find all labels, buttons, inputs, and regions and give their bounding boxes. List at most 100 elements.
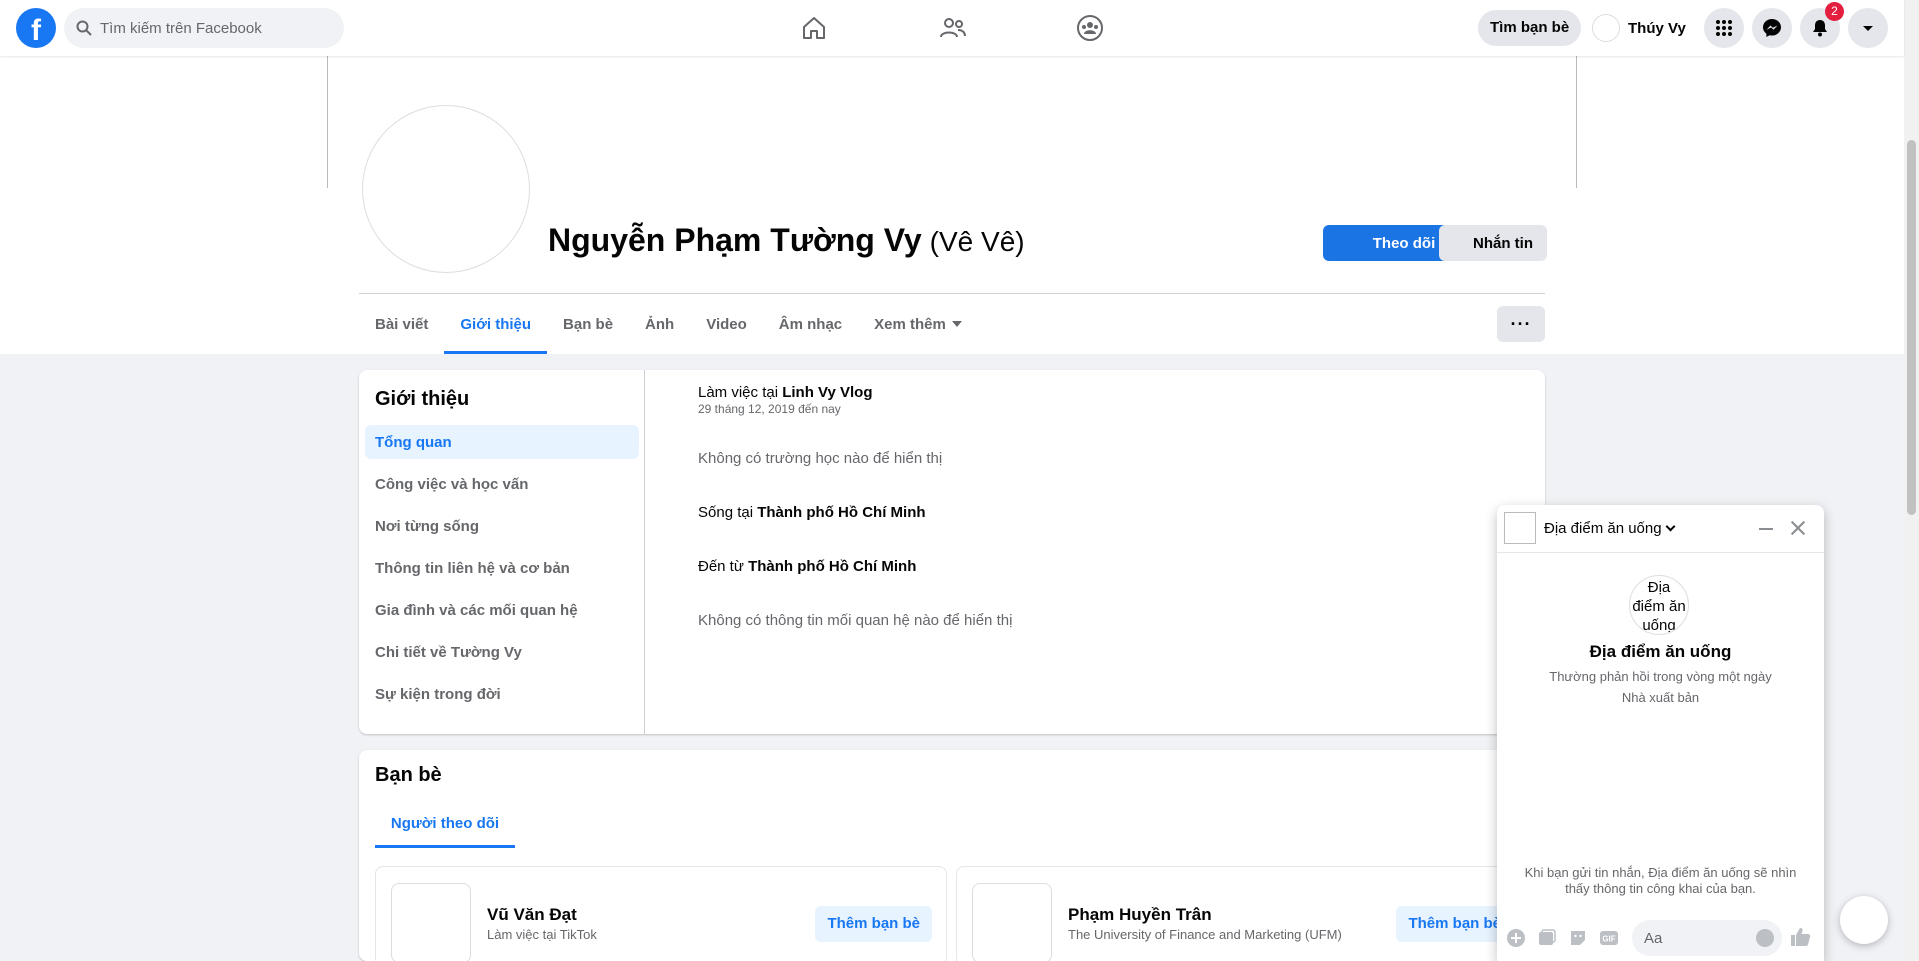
message-button[interactable]: Nhắn tin <box>1439 225 1547 261</box>
gif-icon[interactable]: GIF <box>1598 927 1620 949</box>
bell-icon <box>1813 20 1827 37</box>
from-info: Đến từ Thành phố Hồ Chí Minh <box>698 558 916 575</box>
about-menu-family-relationships[interactable]: Gia đình và các mối quan hệ <box>365 593 639 627</box>
tab-label: Giới thiệu <box>460 315 532 333</box>
friends-title: Bạn bè <box>375 764 442 786</box>
no-relationship-text: Không có thông tin mối quan hệ nào để hi… <box>698 612 1013 629</box>
more-options-button[interactable]: ··· <box>1497 306 1545 342</box>
about-menu-contact-info[interactable]: Thông tin liên hệ và cơ bản <box>365 551 639 585</box>
about-menu-details[interactable]: Chi tiết về Tường Vy <box>365 635 639 669</box>
top-navigation-bar: f Tìm bạn bè Thúy Vy 2 <box>0 0 1904 56</box>
profile-shortcut[interactable]: Thúy Vy <box>1588 10 1694 46</box>
profile-tabs: Bài viết Giới thiệu Bạn bè Ảnh Video Âm … <box>359 294 978 354</box>
groups-icon[interactable] <box>1074 12 1106 44</box>
notifications-button[interactable]: 2 <box>1800 2 1844 48</box>
gif-label: GIF <box>1602 935 1615 944</box>
menu-grid-icon <box>1716 20 1732 36</box>
emoji-icon[interactable] <box>1756 929 1774 947</box>
friend-avatar[interactable] <box>972 883 1052 961</box>
scrollbar-thumb[interactable] <box>1907 140 1916 515</box>
work-info: Làm việc tại Linh Vy Vlog <box>698 384 873 401</box>
about-menu-overview[interactable]: Tổng quan <box>365 425 639 459</box>
friend-avatar[interactable] <box>391 883 471 961</box>
profile-shortcut-name: Thúy Vy <box>1628 19 1686 37</box>
facebook-logo[interactable]: f <box>16 8 56 48</box>
sticker-icon[interactable] <box>1567 927 1589 949</box>
messenger-icon <box>1763 19 1781 37</box>
profile-picture[interactable] <box>362 105 530 273</box>
tab-posts[interactable]: Bài viết <box>359 294 444 354</box>
from-prefix: Đến từ <box>698 558 744 575</box>
tab-followers[interactable]: Người theo dõi <box>375 798 515 848</box>
close-icon[interactable] <box>1787 517 1809 539</box>
tab-music[interactable]: Âm nhạc <box>763 294 858 354</box>
tab-label: Âm nhạc <box>778 315 843 333</box>
chat-header-title[interactable]: Địa điểm ăn uống <box>1544 520 1676 537</box>
message-input-box[interactable] <box>1632 920 1782 956</box>
about-card: Giới thiệu Tổng quan Công việc và học vấ… <box>359 370 1545 734</box>
chat-window: Địa điểm ăn uống Địa điểm ăn uống Địa đi… <box>1497 505 1824 961</box>
friends-card: Bạn bè Người theo dõi Vũ Văn Đạt Làm việ… <box>359 750 1545 961</box>
chat-page-avatar: Địa điểm ăn uống <box>1629 575 1689 635</box>
tab-label: Bạn bè <box>563 315 614 333</box>
tab-label: Video <box>706 315 747 333</box>
friend-name[interactable]: Phạm Huyền Trân <box>1068 905 1212 925</box>
chat-privacy-notice: Khi bạn gửi tin nhắn, Địa điểm ăn uống s… <box>1524 865 1797 896</box>
minimize-icon[interactable] <box>1759 528 1773 530</box>
search-icon <box>76 20 92 36</box>
new-message-button[interactable] <box>1840 896 1888 944</box>
friend-item: Phạm Huyền Trân The University of Financ… <box>956 866 1528 961</box>
about-menu-places-lived[interactable]: Nơi từng sống <box>365 509 639 543</box>
about-menu-life-events[interactable]: Sự kiện trong đời <box>365 677 639 711</box>
friend-subtitle: Làm việc tại TikTok <box>487 927 597 942</box>
tab-friends[interactable]: Bạn bè <box>547 294 629 354</box>
about-sidebar: Giới thiệu Tổng quan Công việc và học vấ… <box>359 370 645 734</box>
profile-nickname: (Vê Vê) <box>929 226 1025 257</box>
tab-photos[interactable]: Ảnh <box>629 294 690 354</box>
friend-subtitle: The University of Finance and Marketing … <box>1068 927 1342 942</box>
tab-videos[interactable]: Video <box>690 294 763 354</box>
about-menu: Tổng quan Công việc và học vấn Nơi từng … <box>365 425 639 719</box>
messenger-button[interactable] <box>1752 8 1792 48</box>
lives-prefix: Sống tại <box>698 504 754 521</box>
from-place-link[interactable]: Thành phố Hồ Chí Minh <box>748 558 916 575</box>
work-place-link[interactable]: Linh Vy Vlog <box>782 384 872 401</box>
find-friends-button[interactable]: Tìm bạn bè <box>1478 10 1582 46</box>
work-prefix: Làm việc tại <box>698 384 779 401</box>
menu-button[interactable] <box>1704 8 1744 48</box>
chat-header: Địa điểm ăn uống <box>1497 505 1824 553</box>
chat-page-name: Địa điểm ăn uống <box>1589 642 1732 661</box>
work-date: 29 tháng 12, 2019 đến nay <box>698 402 841 416</box>
profile-name: Nguyễn Phạm Tường Vy <box>548 222 922 258</box>
home-icon[interactable] <box>798 12 830 44</box>
tab-label: Ảnh <box>645 315 675 333</box>
tab-see-more[interactable]: Xem thêm <box>858 294 978 354</box>
about-menu-work-education[interactable]: Công việc và học vấn <box>365 467 639 501</box>
chat-header-avatar[interactable] <box>1504 512 1536 544</box>
chevron-down-icon <box>1665 521 1676 532</box>
chat-response-time: Thường phản hồi trong vòng một ngày <box>1549 669 1772 684</box>
page-scrollbar[interactable] <box>1904 0 1919 961</box>
profile-name-row: Nguyễn Phạm Tường Vy (Vê Vê) <box>548 222 1025 259</box>
account-button[interactable] <box>1848 8 1888 48</box>
plus-icon[interactable] <box>1505 927 1527 949</box>
tab-about[interactable]: Giới thiệu <box>444 294 547 354</box>
photo-icon[interactable] <box>1536 927 1558 949</box>
avatar <box>1592 14 1620 42</box>
search-box[interactable] <box>64 8 344 48</box>
tab-label: Xem thêm <box>874 315 946 333</box>
chat-header-name: Địa điểm ăn uống <box>1544 520 1662 537</box>
account-caret-icon <box>1863 26 1873 31</box>
friends-icon[interactable] <box>937 12 969 44</box>
no-school-text: Không có trường học nào để hiển thị <box>698 450 943 467</box>
about-title: Giới thiệu <box>375 388 470 410</box>
add-friend-button[interactable]: Thêm bạn bè <box>1396 906 1513 942</box>
message-input[interactable] <box>1644 929 1744 947</box>
thumbs-up-icon[interactable] <box>1789 925 1813 949</box>
add-friend-button[interactable]: Thêm bạn bè <box>815 906 932 942</box>
friend-name[interactable]: Vũ Văn Đạt <box>487 905 577 925</box>
lives-place-link[interactable]: Thành phố Hồ Chí Minh <box>757 504 925 521</box>
lives-in-info: Sống tại Thành phố Hồ Chí Minh <box>698 504 926 521</box>
search-input[interactable] <box>100 19 320 37</box>
friend-item: Vũ Văn Đạt Làm việc tại TikTok Thêm bạn … <box>375 866 947 961</box>
